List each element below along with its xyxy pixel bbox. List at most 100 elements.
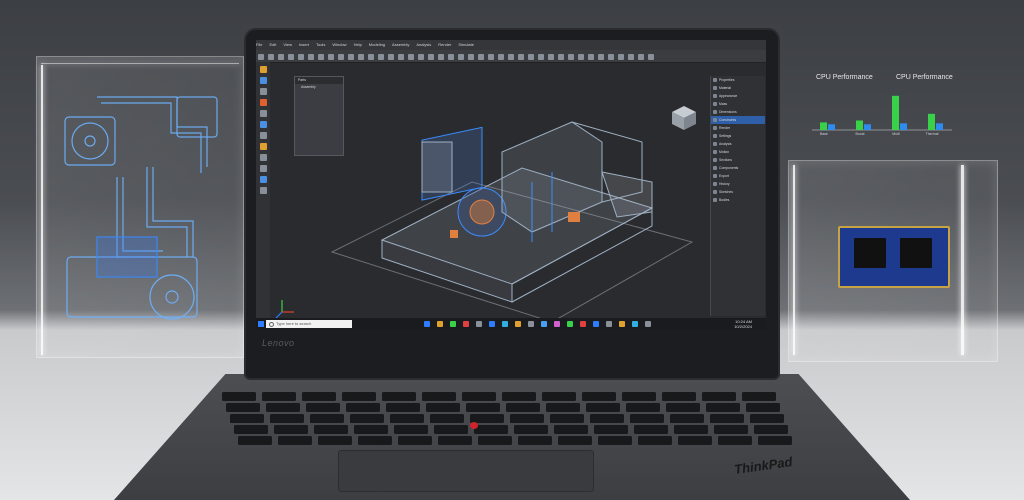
- keyboard-key[interactable]: [230, 414, 264, 423]
- view-cube-icon[interactable]: [672, 106, 696, 130]
- keyboard-key[interactable]: [318, 436, 352, 445]
- keyboard-key[interactable]: [266, 403, 300, 412]
- keyboard-key[interactable]: [270, 414, 304, 423]
- panel-item[interactable]: Sections: [711, 156, 765, 164]
- taskbar-app-icon[interactable]: [541, 321, 547, 327]
- keyboard-key[interactable]: [278, 436, 312, 445]
- taskbar-app-icon[interactable]: [528, 321, 534, 327]
- side-tool-icon[interactable]: [259, 143, 267, 150]
- keyboard-key[interactable]: [314, 425, 348, 434]
- side-tool-icon[interactable]: [259, 88, 267, 95]
- panel-item[interactable]: Properties: [711, 76, 765, 84]
- toolbar-tool-icon[interactable]: [318, 54, 324, 60]
- side-tool-icon[interactable]: [259, 176, 267, 183]
- panel-item[interactable]: Dimensions: [711, 108, 765, 116]
- side-tool-icon[interactable]: [259, 121, 267, 128]
- toolbar-tool-icon[interactable]: [578, 54, 584, 60]
- toolbar-tool-icon[interactable]: [538, 54, 544, 60]
- keyboard-key[interactable]: [234, 425, 268, 434]
- keyboard-key[interactable]: [518, 436, 552, 445]
- toolbar-tool-icon[interactable]: [328, 54, 334, 60]
- toolbar-tool-icon[interactable]: [368, 54, 374, 60]
- panel-item[interactable]: Render: [711, 124, 765, 132]
- menu-item[interactable]: Window: [332, 42, 346, 47]
- taskbar-app-icon[interactable]: [606, 321, 612, 327]
- keyboard-key[interactable]: [438, 436, 472, 445]
- panel-item[interactable]: Appearance: [711, 92, 765, 100]
- toolbar-tool-icon[interactable]: [568, 54, 574, 60]
- panel-item[interactable]: Mass: [711, 100, 765, 108]
- side-tool-icon[interactable]: [259, 154, 267, 161]
- search-input[interactable]: Type here to search: [266, 320, 352, 328]
- keyboard-key[interactable]: [226, 403, 260, 412]
- taskbar-app-icon[interactable]: [437, 321, 443, 327]
- side-tool-icon[interactable]: [259, 165, 267, 172]
- taskbar-app-icon[interactable]: [619, 321, 625, 327]
- keyboard-key[interactable]: [262, 392, 296, 401]
- toolbar-tool-icon[interactable]: [268, 54, 274, 60]
- menu-item[interactable]: Insert: [299, 42, 309, 47]
- menu-item[interactable]: Simulate: [458, 42, 474, 47]
- taskbar-app-icon[interactable]: [463, 321, 469, 327]
- keyboard-key[interactable]: [386, 403, 420, 412]
- panel-item[interactable]: History: [711, 180, 765, 188]
- toolbar-tool-icon[interactable]: [528, 54, 534, 60]
- keyboard-key[interactable]: [238, 436, 272, 445]
- keyboard-key[interactable]: [718, 436, 752, 445]
- keyboard-key[interactable]: [474, 425, 508, 434]
- toolbar-tool-icon[interactable]: [558, 54, 564, 60]
- keyboard-key[interactable]: [222, 392, 256, 401]
- keyboard-key[interactable]: [394, 425, 428, 434]
- keyboard-key[interactable]: [666, 403, 700, 412]
- keyboard-key[interactable]: [550, 414, 584, 423]
- keyboard-key[interactable]: [754, 425, 788, 434]
- toolbar-tool-icon[interactable]: [258, 54, 264, 60]
- keyboard-key[interactable]: [466, 403, 500, 412]
- keyboard-key[interactable]: [478, 436, 512, 445]
- keyboard-key[interactable]: [350, 414, 384, 423]
- keyboard-key[interactable]: [358, 436, 392, 445]
- keyboard-key[interactable]: [638, 436, 672, 445]
- keyboard-key[interactable]: [426, 403, 460, 412]
- toolbar-tool-icon[interactable]: [458, 54, 464, 60]
- toolbar-tool-icon[interactable]: [638, 54, 644, 60]
- taskbar-app-icon[interactable]: [476, 321, 482, 327]
- keyboard-key[interactable]: [354, 425, 388, 434]
- panel-item[interactable]: Bodies: [711, 196, 765, 204]
- menu-item[interactable]: Render: [438, 42, 451, 47]
- keyboard-key[interactable]: [590, 414, 624, 423]
- keyboard-key[interactable]: [398, 436, 432, 445]
- taskbar-app-icon[interactable]: [632, 321, 638, 327]
- keyboard-key[interactable]: [714, 425, 748, 434]
- side-tool-icon[interactable]: [259, 110, 267, 117]
- panel-item[interactable]: Export: [711, 172, 765, 180]
- panel-item[interactable]: Constraints: [711, 116, 765, 124]
- keyboard-key[interactable]: [342, 392, 376, 401]
- toolbar-tool-icon[interactable]: [388, 54, 394, 60]
- toolbar-tool-icon[interactable]: [588, 54, 594, 60]
- keyboard-key[interactable]: [582, 392, 616, 401]
- toolbar-tool-icon[interactable]: [468, 54, 474, 60]
- keyboard-key[interactable]: [710, 414, 744, 423]
- taskbar-app-icon[interactable]: [567, 321, 573, 327]
- toolbar-tool-icon[interactable]: [608, 54, 614, 60]
- keyboard-key[interactable]: [750, 414, 784, 423]
- side-tool-icon[interactable]: [259, 99, 267, 106]
- touchpad[interactable]: [338, 450, 594, 492]
- keyboard-key[interactable]: [430, 414, 464, 423]
- panel-item[interactable]: Motion: [711, 148, 765, 156]
- panel-item[interactable]: Settings: [711, 132, 765, 140]
- keyboard-key[interactable]: [506, 403, 540, 412]
- toolbar-tool-icon[interactable]: [478, 54, 484, 60]
- keyboard-key[interactable]: [586, 403, 620, 412]
- taskbar-app-icon[interactable]: [424, 321, 430, 327]
- toolbar-tool-icon[interactable]: [498, 54, 504, 60]
- toolbar-tool-icon[interactable]: [428, 54, 434, 60]
- panel-item[interactable]: Components: [711, 164, 765, 172]
- toolbar-tool-icon[interactable]: [278, 54, 284, 60]
- keyboard-key[interactable]: [346, 403, 380, 412]
- keyboard-key[interactable]: [670, 414, 704, 423]
- side-tool-icon[interactable]: [259, 187, 267, 194]
- keyboard-key[interactable]: [306, 403, 340, 412]
- menu-item[interactable]: Assembly: [392, 42, 409, 47]
